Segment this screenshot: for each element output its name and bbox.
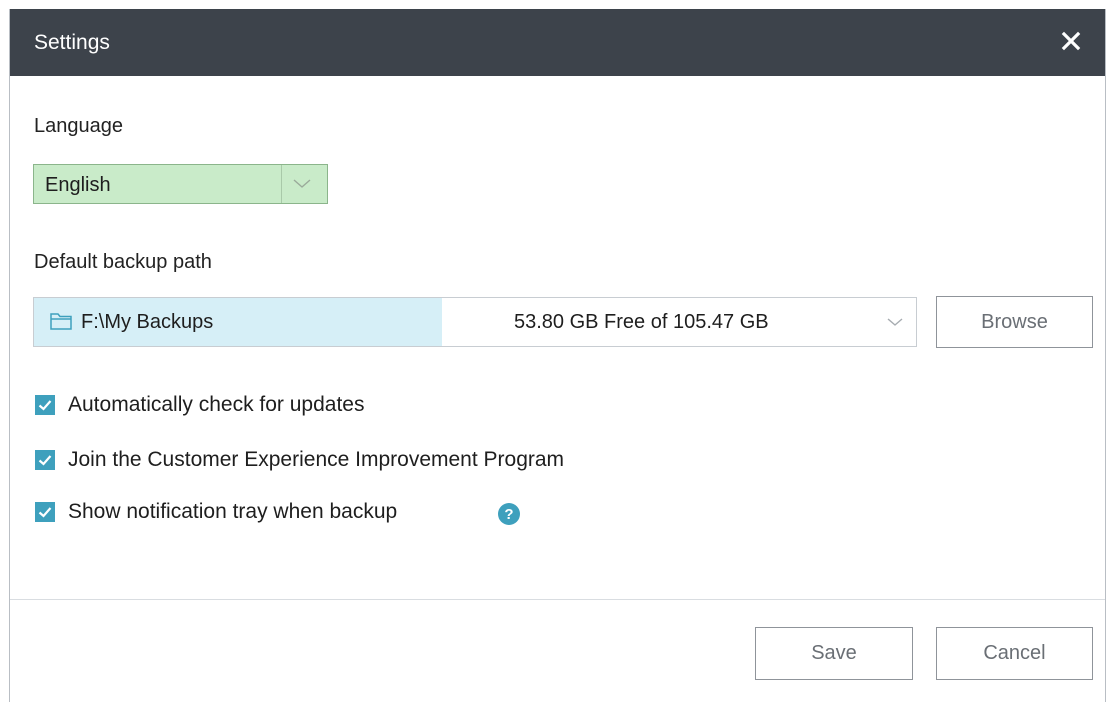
checkbox[interactable] xyxy=(35,450,55,470)
save-button[interactable]: Save xyxy=(755,627,913,680)
option-label: Show notification tray when backup xyxy=(68,500,398,523)
option-label: Join the Customer Experience Improvement… xyxy=(68,448,565,471)
backup-path-dropdown[interactable]: F:\My Backups 53.80 GB Free of 105.47 GB xyxy=(33,297,917,347)
backup-path-value: F:\My Backups xyxy=(81,311,214,333)
backup-path-label: Default backup path xyxy=(34,251,212,273)
help-icon[interactable]: ? xyxy=(497,502,521,526)
chevron-down-icon xyxy=(885,315,905,333)
language-label: Language xyxy=(34,115,123,137)
checkbox[interactable] xyxy=(35,502,55,522)
option-label: Automatically check for updates xyxy=(68,393,365,416)
language-dropdown[interactable]: English xyxy=(33,164,328,204)
title-bar: Settings xyxy=(10,9,1105,76)
close-icon[interactable] xyxy=(1057,27,1085,55)
svg-text:?: ? xyxy=(504,506,513,523)
settings-dialog: Settings Language English Default backup… xyxy=(9,9,1106,702)
cancel-button[interactable]: Cancel xyxy=(936,627,1093,680)
language-value: English xyxy=(45,174,111,196)
free-space-text: 53.80 GB Free of 105.47 GB xyxy=(514,311,769,333)
chevron-down-icon xyxy=(291,177,313,196)
dropdown-divider xyxy=(281,165,282,203)
folder-icon xyxy=(50,312,72,335)
footer-divider xyxy=(10,599,1105,600)
checkbox[interactable] xyxy=(35,395,55,415)
dialog-title: Settings xyxy=(34,31,110,54)
browse-button[interactable]: Browse xyxy=(936,296,1093,348)
